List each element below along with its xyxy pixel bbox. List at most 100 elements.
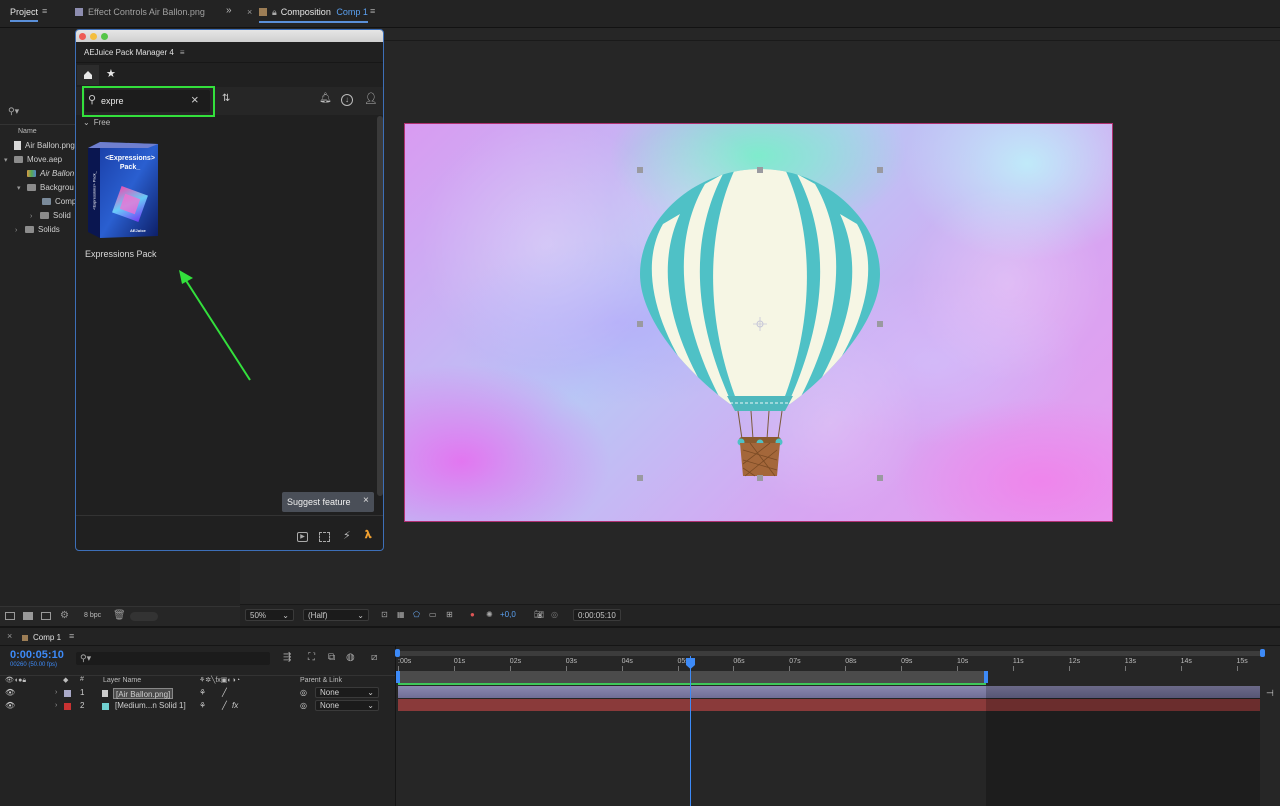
- thumbnail-slider[interactable]: [130, 612, 158, 621]
- snapshot-camera-icon[interactable]: 📷︎: [534, 609, 544, 621]
- quality-switch-icon[interactable]: ╱: [222, 700, 227, 712]
- transform-handle[interactable]: [637, 475, 643, 481]
- parent-dropdown[interactable]: None ⌄: [315, 687, 379, 698]
- search-input[interactable]: ⚲ expre ×: [85, 90, 210, 112]
- new-folder-icon[interactable]: [23, 612, 33, 620]
- navigator-end-handle[interactable]: [1260, 649, 1265, 657]
- lock-icon[interactable]: 🔒︎: [272, 7, 277, 17]
- pickwhip-icon[interactable]: ◎: [300, 700, 307, 712]
- project-item[interactable]: ▾ Backgrou: [17, 181, 74, 195]
- close-tab-icon[interactable]: ×: [7, 631, 12, 641]
- visibility-eye-icon[interactable]: 👁︎: [5, 700, 15, 712]
- work-area-end-handle[interactable]: [984, 671, 988, 683]
- zoom-dropdown[interactable]: 50% ⌄: [245, 609, 294, 621]
- composition-viewer[interactable]: [404, 123, 1113, 522]
- work-area-bar[interactable]: [398, 671, 986, 683]
- plugin-menu-icon[interactable]: ≡: [180, 48, 185, 57]
- section-free[interactable]: ⌄ Free: [83, 118, 110, 127]
- tab-project[interactable]: Project: [10, 7, 39, 22]
- expand-layer-icon[interactable]: ›: [55, 687, 57, 699]
- project-item[interactable]: Air Ballon.png: [14, 139, 75, 153]
- project-item[interactable]: Air Ballon: [27, 167, 74, 181]
- parent-dropdown[interactable]: None ⌄: [315, 700, 379, 711]
- draft-3d-icon[interactable]: ⛶: [308, 652, 315, 663]
- account-user-icon[interactable]: 👤︎: [364, 92, 378, 105]
- close-window-icon[interactable]: [79, 33, 86, 40]
- parent-link-header[interactable]: Parent & Link: [300, 677, 342, 684]
- chevron-right-icon[interactable]: ›: [30, 210, 40, 224]
- suggest-feature-button[interactable]: Suggest feature ×: [282, 492, 374, 512]
- close-tab-icon[interactable]: ×: [247, 7, 252, 17]
- pack-name-label[interactable]: Expressions Pack: [85, 249, 157, 259]
- layer-row-2[interactable]: 👁︎ › 2 [Medium...n Solid 1] ⚘ ╱ fx ◎ Non…: [0, 700, 395, 712]
- composition-menu-icon[interactable]: ≡: [370, 6, 375, 16]
- minimize-window-icon[interactable]: [90, 33, 97, 40]
- bit-depth-label[interactable]: 8 bpc: [84, 612, 101, 619]
- column-name-header[interactable]: Name: [18, 128, 37, 135]
- layer-label-color[interactable]: [64, 703, 71, 710]
- home-tab[interactable]: [77, 65, 99, 85]
- zoom-window-icon[interactable]: [101, 33, 108, 40]
- sort-icon[interactable]: ⇅: [222, 93, 230, 104]
- transform-handle[interactable]: [757, 167, 763, 173]
- time-navigator[interactable]: [398, 651, 1264, 656]
- chevron-down-icon[interactable]: ▾: [17, 182, 27, 196]
- transform-handle[interactable]: [877, 321, 883, 327]
- expand-layer-icon[interactable]: ›: [55, 700, 57, 712]
- channel-icon[interactable]: ●: [470, 609, 475, 621]
- motion-blur-icon[interactable]: ◍: [346, 652, 355, 663]
- tab-overflow-icon[interactable]: »: [226, 5, 232, 16]
- layer-row-1[interactable]: 👁︎ › 1 [Air Ballon.png] ⚘ ╱ ◎ None ⌄: [0, 687, 395, 699]
- layer-name[interactable]: [Medium...n Solid 1]: [115, 700, 186, 712]
- tab-composition[interactable]: 🔒︎ Composition Comp 1: [259, 7, 368, 23]
- tab-effect-controls[interactable]: Effect Controls Air Ballon.png: [75, 7, 205, 17]
- timeline-search-input[interactable]: ⚲▾: [76, 652, 270, 665]
- window-titlebar[interactable]: [76, 30, 383, 42]
- resolution-dropdown[interactable]: (Half) ⌄: [303, 609, 369, 621]
- select-area-icon[interactable]: [319, 532, 330, 542]
- region-of-interest-icon[interactable]: ▭: [429, 609, 437, 621]
- shy-layers-icon[interactable]: ⧉: [328, 652, 335, 663]
- fx-switch-icon[interactable]: fx: [232, 700, 238, 712]
- trash-icon[interactable]: 🗑︎: [113, 610, 126, 621]
- quality-switch-icon[interactable]: ╱: [222, 687, 227, 699]
- mask-visibility-icon[interactable]: ⬠: [413, 609, 420, 621]
- navigator-start-handle[interactable]: [395, 649, 400, 657]
- favorites-tab[interactable]: ★: [101, 65, 123, 85]
- search-icon[interactable]: ⚲▾: [8, 106, 19, 117]
- lightning-icon[interactable]: ⚡︎: [343, 529, 351, 542]
- fast-previews-icon[interactable]: ⊡: [381, 609, 388, 621]
- current-timecode[interactable]: 0:00:05:10: [10, 649, 64, 661]
- project-item[interactable]: › Solids: [15, 223, 60, 237]
- notifications-bell-icon[interactable]: 🔔︎: [319, 93, 332, 104]
- expressions-pack-card[interactable]: <Expressions> Pack_ <Expressions> Pack_ …: [86, 140, 161, 240]
- pickwhip-icon[interactable]: ◎: [300, 687, 307, 699]
- layer-label-color[interactable]: [64, 690, 71, 697]
- viewer-timecode[interactable]: 0:00:05:10: [573, 609, 621, 621]
- work-area-start-handle[interactable]: [396, 671, 400, 683]
- show-snapshot-icon[interactable]: ◎: [551, 609, 558, 621]
- timeline-menu-icon[interactable]: ≡: [69, 631, 74, 641]
- transform-handle[interactable]: [757, 475, 763, 481]
- transform-handle[interactable]: [637, 321, 643, 327]
- transform-handle[interactable]: [637, 167, 643, 173]
- project-item[interactable]: ▾ Move.aep: [4, 153, 62, 167]
- playhead-handle[interactable]: [686, 658, 696, 670]
- timeline-tab[interactable]: Comp 1: [22, 633, 61, 642]
- shy-switch-icon[interactable]: ⚘: [199, 687, 206, 699]
- clear-search-icon[interactable]: ×: [191, 92, 199, 107]
- layer-name-header[interactable]: Layer Name: [103, 677, 141, 684]
- shy-switch-icon[interactable]: ⚘: [199, 700, 206, 712]
- preview-play-icon[interactable]: ▶: [297, 532, 308, 542]
- layer-end-marker-icon[interactable]: ⊣: [1266, 688, 1274, 699]
- project-settings-icon[interactable]: ⚙︎: [60, 610, 69, 621]
- plugin-scrollbar[interactable]: [377, 116, 383, 496]
- chevron-down-icon[interactable]: ▾: [4, 154, 14, 168]
- close-suggest-icon[interactable]: ×: [363, 495, 369, 506]
- chevron-right-icon[interactable]: ›: [15, 224, 25, 238]
- project-item[interactable]: › Solid: [30, 209, 71, 223]
- interpret-footage-icon[interactable]: [5, 612, 15, 620]
- panel-menu-icon[interactable]: ≡: [42, 6, 47, 16]
- transparency-grid-icon[interactable]: ▦: [397, 609, 405, 621]
- download-icon[interactable]: ↓: [341, 94, 353, 106]
